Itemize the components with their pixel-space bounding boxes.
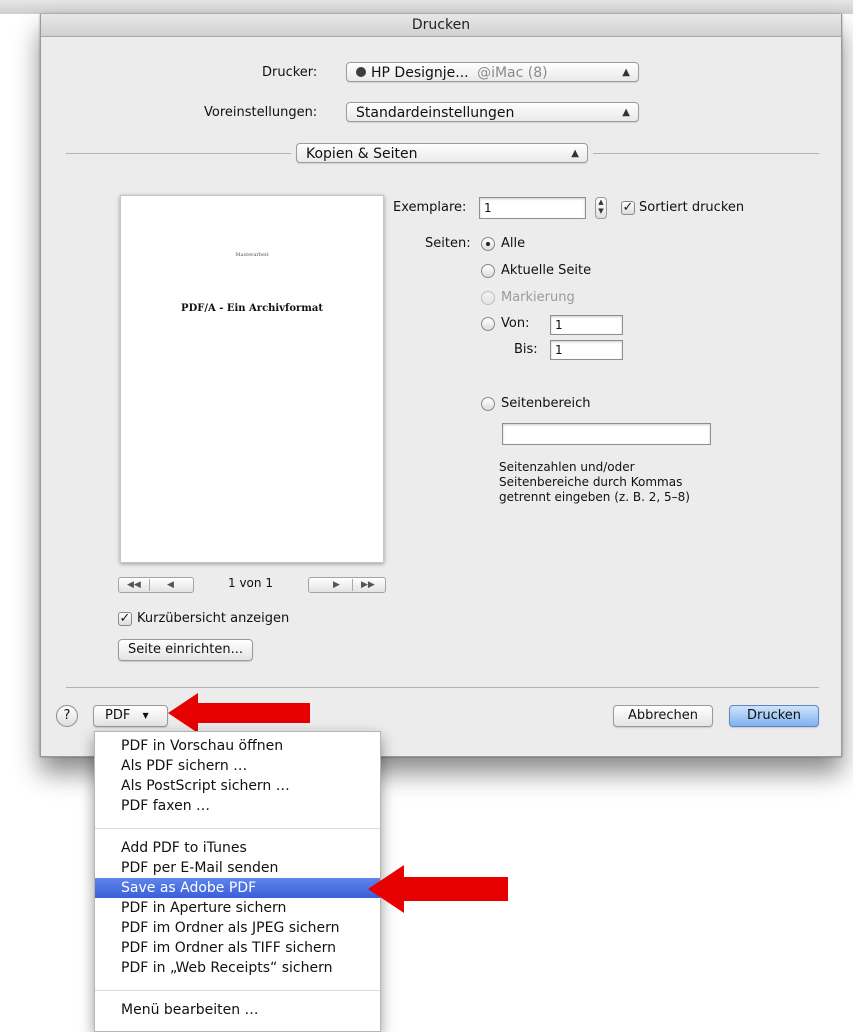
pages-range-input[interactable] bbox=[502, 423, 711, 445]
pdf-button-label: PDF bbox=[105, 708, 131, 723]
presets-label: Voreinstellungen: bbox=[204, 105, 318, 120]
menu-item-preview[interactable]: PDF in Vorschau öffnen bbox=[95, 736, 380, 756]
print-button[interactable]: Drucken bbox=[729, 705, 819, 727]
pages-from-input[interactable]: 1 bbox=[550, 315, 623, 335]
presets-value: Standardeinstellungen bbox=[356, 105, 515, 121]
pdf-menu-button[interactable]: PDF ▼ bbox=[93, 705, 168, 727]
nav-divider bbox=[352, 579, 353, 591]
nav-divider bbox=[149, 579, 150, 591]
menu-separator bbox=[95, 990, 380, 991]
page-preview: Masterarbeit PDF/A - Ein Archivformat bbox=[120, 195, 384, 563]
cancel-button[interactable]: Abbrechen bbox=[613, 705, 713, 727]
pages-to-input[interactable]: 1 bbox=[550, 340, 623, 360]
background-window-bar bbox=[0, 0, 853, 14]
preview-header-text: Masterarbeit bbox=[235, 252, 269, 258]
menu-item-folder-jpeg[interactable]: PDF im Ordner als JPEG sichern bbox=[95, 918, 380, 938]
pages-current-radio[interactable] bbox=[481, 264, 495, 278]
annotation-arrow-menu-icon bbox=[368, 865, 508, 913]
pages-all-label: Alle bbox=[501, 236, 526, 251]
show-preview-label: Kurzübersicht anzeigen bbox=[137, 611, 290, 626]
pages-range-label: Seitenbereich bbox=[501, 396, 591, 411]
collate-checkbox[interactable]: ✓ bbox=[621, 201, 635, 215]
footer-separator bbox=[66, 687, 819, 688]
range-hint-line-1: Seitenzahlen und/oder bbox=[499, 460, 635, 474]
dropdown-triangle-icon: ▼ bbox=[142, 711, 149, 720]
pages-current-label: Aktuelle Seite bbox=[501, 263, 592, 278]
menu-separator bbox=[95, 828, 380, 829]
pages-selection-radio bbox=[481, 291, 495, 305]
menu-item-folder-tiff[interactable]: PDF im Ordner als TIFF sichern bbox=[95, 938, 380, 958]
first-page-button[interactable]: ◀◀ bbox=[127, 578, 141, 592]
menu-item-save-pdf[interactable]: Als PDF sichern … bbox=[95, 756, 380, 776]
collate-label: Sortiert drucken bbox=[639, 200, 745, 215]
pages-from-radio[interactable] bbox=[481, 317, 495, 331]
popup-arrows-icon: ▲▼ bbox=[622, 67, 630, 78]
section-value: Kopien & Seiten bbox=[306, 146, 418, 162]
print-dialog: Drucken Drucker: HP Designje... @iMac (8… bbox=[40, 14, 842, 757]
copies-label: Exemplare: bbox=[393, 200, 467, 215]
pages-from-label: Von: bbox=[501, 316, 530, 331]
last-page-button[interactable]: ▶▶ bbox=[361, 578, 375, 592]
page-indicator: 1 von 1 bbox=[228, 576, 273, 590]
printer-host: @iMac (8) bbox=[477, 65, 548, 81]
pages-range-radio[interactable] bbox=[481, 397, 495, 411]
range-hint-line-3: getrennt eingeben (z. B. 2, 5–8) bbox=[499, 490, 690, 504]
menu-item-add-to-itunes[interactable]: Add PDF to iTunes bbox=[95, 838, 380, 858]
page-setup-button[interactable]: Seite einrichten... bbox=[118, 639, 253, 661]
menu-item-save-postscript[interactable]: Als PostScript sichern … bbox=[95, 776, 380, 796]
pdf-dropdown-menu: PDF in Vorschau öffnen Als PDF sichern …… bbox=[94, 731, 381, 1032]
annotation-arrow-pdf-icon bbox=[168, 693, 310, 733]
next-page-button[interactable]: ▶ bbox=[333, 578, 340, 592]
range-hint-line-2: Seitenbereiche durch Kommas bbox=[499, 475, 683, 489]
preview-document-title: PDF/A - Ein Archivformat bbox=[181, 303, 323, 314]
show-preview-checkbox[interactable]: ✓ bbox=[118, 612, 132, 626]
previous-page-button[interactable]: ◀ bbox=[167, 578, 174, 592]
pages-selection-label: Markierung bbox=[501, 290, 575, 305]
section-separator-right bbox=[593, 153, 819, 154]
presets-popup[interactable]: Standardeinstellungen ▲▼ bbox=[346, 102, 639, 122]
popup-arrows-icon: ▲▼ bbox=[571, 148, 579, 159]
printer-name: HP Designje... bbox=[371, 65, 469, 81]
preview-nav-back-group: ◀◀ ◀ bbox=[118, 577, 194, 593]
menu-item-save-as-adobe-pdf[interactable]: Save as Adobe PDF bbox=[95, 878, 380, 898]
printer-status-icon bbox=[356, 67, 366, 77]
copies-stepper[interactable]: ▲ ▼ bbox=[595, 197, 607, 219]
help-button[interactable]: ? bbox=[56, 705, 78, 727]
printer-popup[interactable]: HP Designje... @iMac (8) ▲▼ bbox=[346, 62, 639, 82]
section-popup[interactable]: Kopien & Seiten ▲▼ bbox=[296, 143, 588, 163]
pages-all-radio[interactable] bbox=[481, 237, 495, 251]
window-title: Drucken bbox=[41, 14, 841, 37]
popup-arrows-icon: ▲▼ bbox=[622, 107, 630, 118]
menu-item-fax-pdf[interactable]: PDF faxen … bbox=[95, 796, 380, 816]
pages-label: Seiten: bbox=[425, 236, 471, 251]
pages-to-label: Bis: bbox=[514, 342, 538, 357]
copies-input[interactable]: 1 bbox=[479, 197, 586, 219]
menu-item-web-receipts[interactable]: PDF in „Web Receipts“ sichern bbox=[95, 958, 380, 978]
preview-nav-forward-group: ▶ ▶▶ bbox=[308, 577, 386, 593]
section-separator-left bbox=[66, 153, 291, 154]
menu-item-email-pdf[interactable]: PDF per E-Mail senden bbox=[95, 858, 380, 878]
menu-item-edit-menu[interactable]: Menü bearbeiten … bbox=[95, 1000, 380, 1020]
menu-item-aperture[interactable]: PDF in Aperture sichern bbox=[95, 898, 380, 918]
printer-label: Drucker: bbox=[262, 65, 318, 80]
